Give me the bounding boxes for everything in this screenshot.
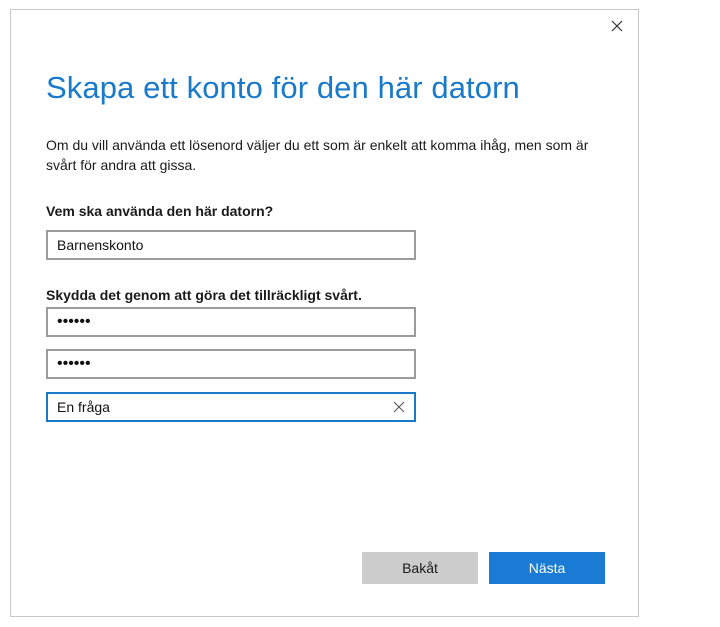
username-input[interactable]	[48, 232, 414, 258]
dialog-title: Skapa ett konto för den här datorn	[46, 70, 520, 105]
close-icon	[611, 20, 623, 32]
password-field[interactable]	[46, 307, 416, 337]
password-confirm-field[interactable]	[46, 349, 416, 379]
username-label: Vem ska använda den här datorn?	[46, 203, 274, 219]
password-section-label: Skydda det genom att göra det tillräckli…	[46, 287, 362, 303]
clear-hint-button[interactable]	[392, 400, 406, 414]
next-button[interactable]: Nästa	[489, 552, 605, 584]
password-confirm-input[interactable]	[48, 351, 414, 377]
close-button[interactable]	[608, 17, 626, 35]
create-account-dialog: Skapa ett konto för den här datorn Om du…	[10, 9, 639, 617]
password-input[interactable]	[48, 309, 414, 335]
password-hint-field[interactable]	[46, 392, 416, 422]
clear-icon	[393, 401, 405, 413]
back-button[interactable]: Bakåt	[362, 552, 478, 584]
dialog-description: Om du vill använda ett lösenord väljer d…	[46, 137, 589, 173]
password-hint-input[interactable]	[48, 394, 414, 420]
username-field[interactable]	[46, 230, 416, 260]
